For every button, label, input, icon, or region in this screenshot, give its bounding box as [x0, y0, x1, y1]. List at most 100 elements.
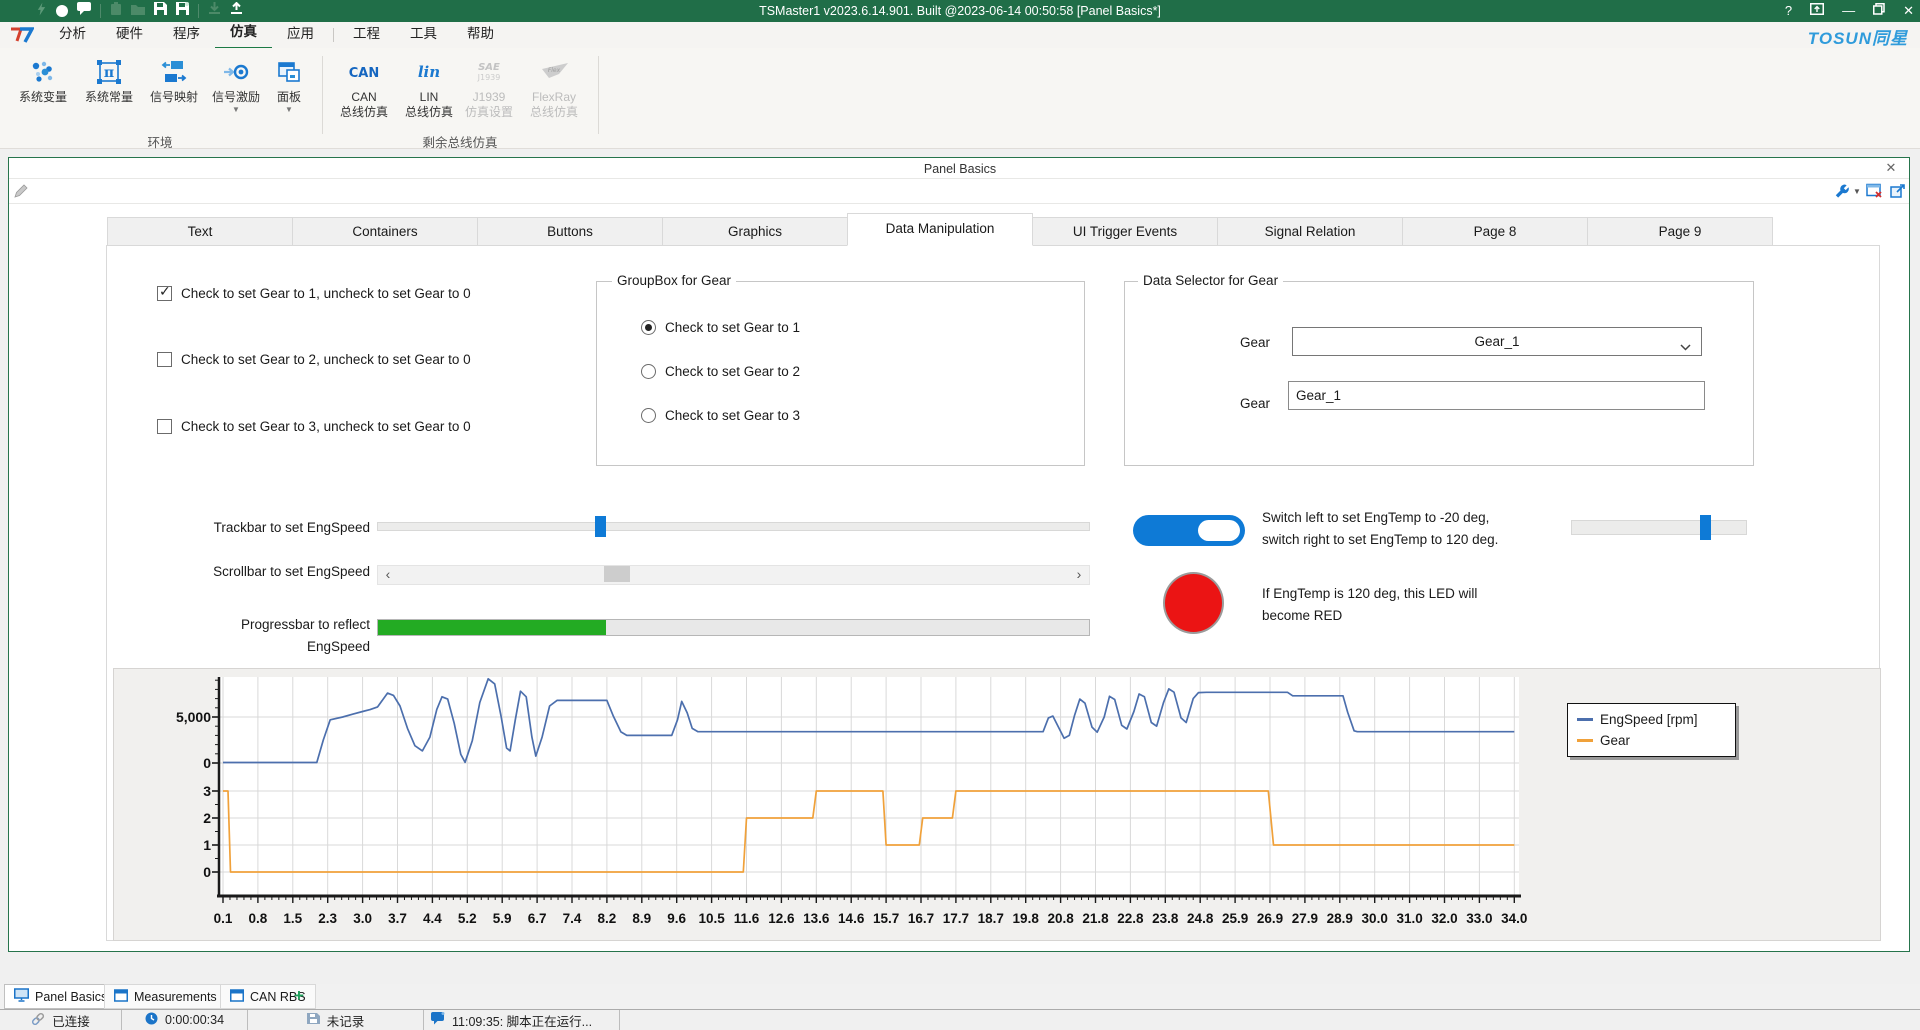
engtemp-slider-thumb[interactable]	[1700, 515, 1711, 540]
trackbar-label: Trackbar to set EngSpeed	[100, 519, 370, 536]
scrollbar[interactable]: ‹ ›	[377, 565, 1090, 585]
radio-gear3[interactable]: Check to set Gear to 3	[641, 408, 800, 423]
checkbox-label: Check to set Gear to 2, uncheck to set G…	[181, 352, 471, 367]
checkbox-gear3[interactable]: Check to set Gear to 3, uncheck to set G…	[157, 419, 471, 434]
edit-pencil-icon[interactable]	[14, 184, 28, 203]
tab-text[interactable]: Text	[107, 217, 293, 246]
menu-simulation[interactable]: 仿真	[215, 21, 272, 50]
checkbox-label: Check to set Gear to 3, uncheck to set G…	[181, 419, 471, 434]
ribbon-button-panel[interactable]: 面板 ▼	[258, 54, 320, 134]
ribbon-button-label: 系统变量	[12, 90, 74, 105]
ribbon-button-system-variables[interactable]: 系统变量	[12, 54, 74, 134]
close-panel-page-icon[interactable]	[1866, 183, 1883, 204]
ribbon-button-j1939-settings[interactable]: SAEJ1939 J1939 仿真设置	[458, 54, 520, 134]
scrollbar-thumb[interactable]	[604, 566, 630, 582]
gear-input-label: Gear	[1180, 395, 1270, 412]
scrollbar-label: Scrollbar to set EngSpeed	[100, 563, 370, 580]
menu-application[interactable]: 应用	[272, 22, 329, 48]
gear-text-input[interactable]: Gear_1	[1288, 381, 1705, 410]
menu-project[interactable]: 工程	[338, 22, 395, 48]
chart-tick-label: 16.7	[908, 911, 934, 926]
engtemp-switch[interactable]	[1133, 515, 1245, 546]
panel-close-icon[interactable]: ✕	[1882, 159, 1900, 177]
ribbon-button-label: LIN	[398, 90, 460, 105]
script-message: 11:09:35: 脚本正在运行...	[452, 1011, 592, 1030]
radio-gear2[interactable]: Check to set Gear to 2	[641, 364, 800, 379]
scrollbar-right-arrow-icon[interactable]: ›	[1069, 566, 1089, 584]
radio-circle[interactable]	[641, 364, 656, 379]
checkbox-gear2[interactable]: Check to set Gear to 2, uncheck to set G…	[157, 352, 471, 367]
dropdown-caret-icon: ▼	[258, 105, 320, 114]
link-icon	[31, 1012, 45, 1029]
ribbon-button-flexray-simulation[interactable]: Flex FlexRay 总线仿真	[523, 54, 585, 134]
chart-tick-label: 5.9	[493, 911, 512, 926]
gear-combobox[interactable]: Gear_1	[1292, 327, 1702, 356]
chart-tick-label: 5.2	[458, 911, 477, 926]
svg-text:Flex: Flex	[548, 67, 561, 74]
checkbox-box[interactable]	[157, 419, 172, 434]
pin-window-icon[interactable]	[1810, 0, 1824, 22]
radio-label: Check to set Gear to 1	[665, 320, 800, 335]
chart-tick-label: 1.5	[283, 911, 302, 926]
record-state: 未记录	[327, 1011, 365, 1030]
tab-page-8[interactable]: Page 8	[1402, 217, 1588, 246]
help-button[interactable]: ?	[1785, 0, 1792, 22]
bottom-tab-label: Measurements	[134, 990, 217, 1004]
wrench-dropdown-caret-icon[interactable]: ▼	[1853, 187, 1861, 196]
record-floppy-icon	[307, 1012, 320, 1028]
ribbon-button-can-simulation[interactable]: CAN CAN 总线仿真	[333, 54, 395, 134]
tab-page-9[interactable]: Page 9	[1587, 217, 1773, 246]
tab-data-manipulation[interactable]: Data Manipulation	[847, 213, 1033, 246]
panel-window-title: Panel Basics	[0, 160, 1920, 178]
add-page-button[interactable]: +	[294, 984, 304, 1009]
menu-program[interactable]: 程序	[158, 22, 215, 48]
chart-tick-label: 32.0	[1431, 911, 1457, 926]
ribbon-button-system-constants[interactable]: π 系统常量	[78, 54, 140, 134]
restore-button[interactable]	[1873, 0, 1885, 22]
trackbar-track[interactable]	[377, 522, 1090, 531]
bottom-tab-panel-basics[interactable]: Panel Basics	[4, 984, 117, 1009]
menu-tools[interactable]: 工具	[395, 22, 452, 48]
switch-knob[interactable]	[1198, 520, 1240, 541]
menubar: 分析 硬件 程序 仿真 应用 工程 工具 帮助	[0, 22, 1920, 48]
menu-analysis[interactable]: 分析	[44, 22, 101, 48]
ribbon-button-signal-mapping[interactable]: 信号映射	[143, 54, 205, 134]
chart-tick-label: 1	[203, 837, 211, 853]
flexray-logo-icon: Flex	[523, 54, 585, 90]
engtemp-slider-track[interactable]	[1571, 520, 1747, 535]
tab-containers[interactable]: Containers	[292, 217, 478, 246]
svg-text:lin: lin	[418, 63, 440, 81]
svg-text:π: π	[104, 65, 114, 81]
menu-hardware[interactable]: 硬件	[101, 22, 158, 48]
trackbar-thumb[interactable]	[595, 516, 606, 537]
panel-tab-strip: TextContainersButtonsGraphicsData Manipu…	[108, 213, 1773, 246]
tab-ui-trigger-events[interactable]: UI Trigger Events	[1032, 217, 1218, 246]
chart-tick-label: 2	[203, 810, 211, 826]
sae-j1939-logo-icon: SAEJ1939	[458, 54, 520, 90]
window-titlebar: TSMaster1 v2023.6.14.901. Built @2023-06…	[0, 0, 1920, 22]
minimize-button[interactable]: —	[1842, 0, 1855, 22]
radio-gear1[interactable]: Check to set Gear to 1	[641, 320, 800, 335]
popout-panel-icon[interactable]	[1890, 183, 1907, 204]
chart-tick-label: 4.4	[423, 911, 442, 926]
checkbox-gear1[interactable]: Check to set Gear to 1, uncheck to set G…	[157, 286, 471, 301]
tab-graphics[interactable]: Graphics	[662, 217, 848, 246]
ribbon: 系统变量 π 系统常量 信号映射 信号激励 ▼ 面板 ▼ CAN CAN 总线仿…	[0, 48, 1920, 149]
close-button[interactable]: ✕	[1903, 0, 1914, 22]
scrollbar-left-arrow-icon[interactable]: ‹	[378, 566, 398, 584]
tab-signal-relation[interactable]: Signal Relation	[1217, 217, 1403, 246]
checkbox-box[interactable]	[157, 352, 172, 367]
radio-circle[interactable]	[641, 320, 656, 335]
ribbon-button-lin-simulation[interactable]: lin LIN 总线仿真	[398, 54, 460, 134]
window-icon	[230, 989, 244, 1005]
tab-buttons[interactable]: Buttons	[477, 217, 663, 246]
app-title: TSMaster1 v2023.6.14.901. Built @2023-06…	[0, 0, 1920, 22]
checkbox-box[interactable]	[157, 286, 172, 301]
bottom-tab-measurements[interactable]: Measurements	[104, 984, 227, 1009]
chart-tick-label: 9.6	[667, 911, 686, 926]
legend-entry: Gear	[1577, 730, 1725, 751]
radio-circle[interactable]	[641, 408, 656, 423]
menu-help[interactable]: 帮助	[452, 22, 509, 48]
chart-legend[interactable]: EngSpeed [rpm]Gear	[1567, 703, 1736, 757]
wrench-settings-icon[interactable]	[1832, 183, 1849, 205]
